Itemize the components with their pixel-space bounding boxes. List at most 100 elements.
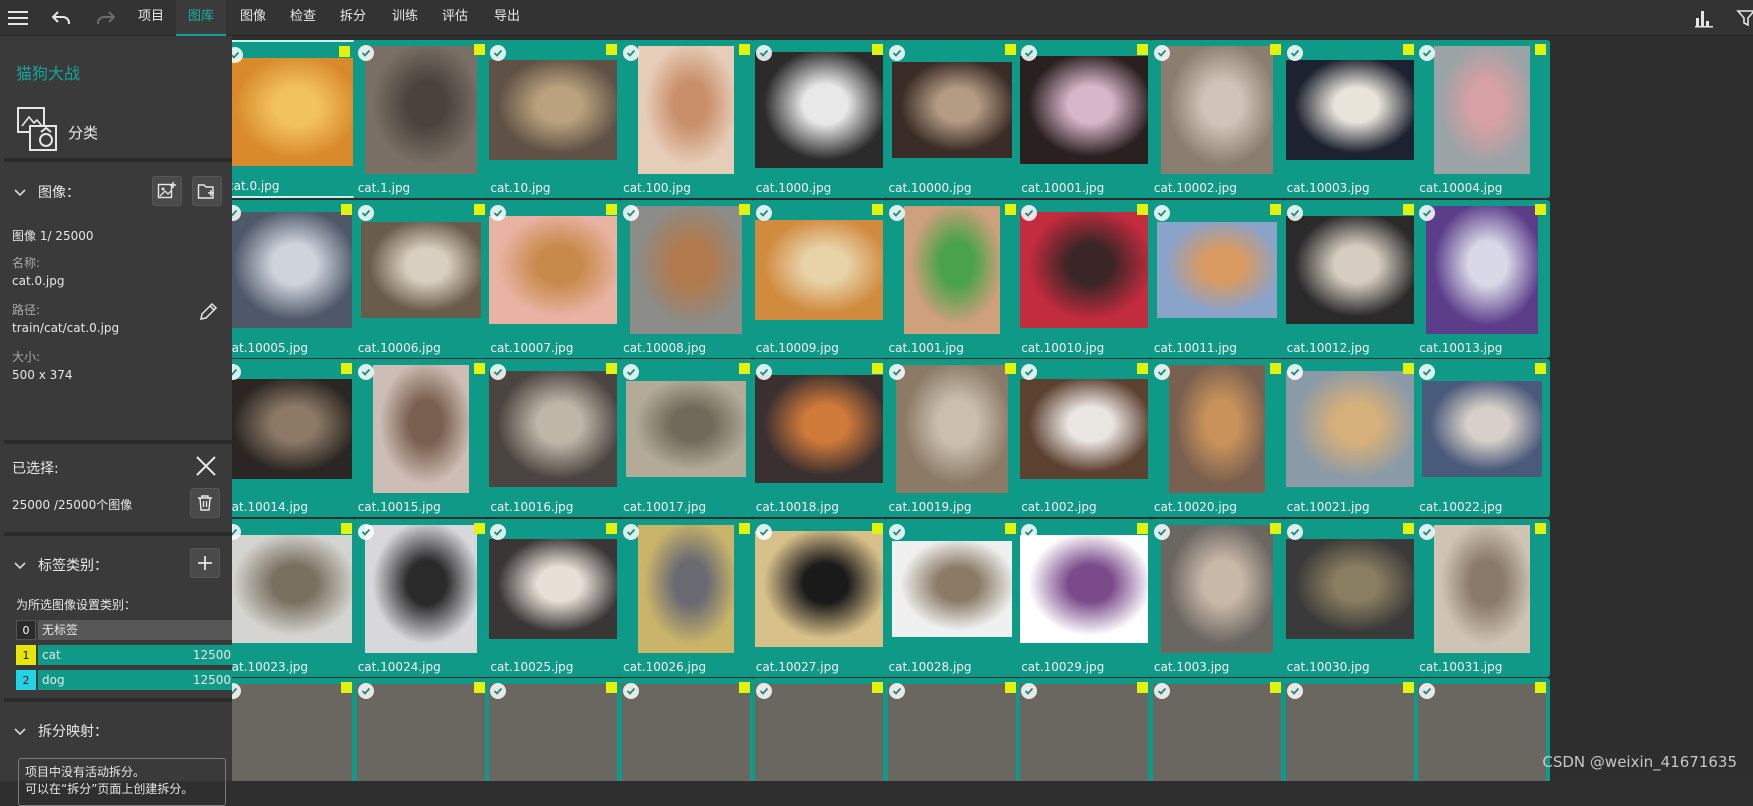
add-folder-button[interactable] [192, 176, 222, 206]
check-icon[interactable] [1419, 523, 1436, 540]
gallery-tile[interactable]: cat.10001.jpg [1016, 40, 1153, 198]
check-icon[interactable] [1021, 204, 1038, 221]
check-icon[interactable] [357, 204, 374, 221]
gallery-tile[interactable]: cat.10010.jpg [1016, 199, 1153, 358]
gallery-tile[interactable]: cat.1003.jpg [1148, 518, 1285, 677]
gallery-tile[interactable]: cat.10029.jpg [1016, 518, 1153, 677]
check-icon[interactable] [755, 45, 772, 61]
bar-chart-icon[interactable] [1692, 6, 1716, 30]
check-icon[interactable] [755, 204, 772, 221]
gallery-tile[interactable]: cat.10020.jpg [1148, 359, 1285, 517]
gallery-tile[interactable]: cat.10.jpg [485, 40, 622, 198]
gallery-tile[interactable]: cat.10000.jpg [883, 40, 1020, 198]
label-row-cat[interactable]: 1 cat 12500 [16, 645, 237, 665]
check-icon[interactable] [490, 204, 507, 221]
check-icon[interactable] [755, 523, 772, 540]
check-icon[interactable] [623, 204, 640, 221]
check-icon[interactable] [1419, 204, 1436, 221]
gallery-tile[interactable] [485, 678, 622, 781]
check-icon[interactable] [490, 523, 507, 540]
gallery-tile[interactable]: cat.0.jpg [232, 40, 356, 198]
gallery-tile[interactable]: cat.10025.jpg [485, 518, 622, 677]
check-icon[interactable] [1153, 683, 1170, 699]
gallery-tile[interactable]: cat.1001.jpg [883, 199, 1020, 358]
menu-split[interactable]: 拆分 [332, 0, 374, 36]
label-row-unlabeled[interactable]: 0 无标签 [16, 620, 237, 640]
gallery-tile[interactable]: cat.1000.jpg [750, 40, 887, 198]
menu-image[interactable]: 图像 [232, 0, 274, 36]
check-icon[interactable] [755, 683, 772, 699]
edit-path-icon[interactable] [197, 301, 219, 327]
menu-export[interactable]: 导出 [486, 0, 528, 36]
check-icon[interactable] [623, 523, 640, 540]
gallery-tile[interactable] [232, 678, 356, 781]
menu-train[interactable]: 训练 [384, 0, 426, 36]
gallery-tile[interactable]: cat.10031.jpg [1414, 518, 1551, 677]
gallery-tile[interactable]: cat.10012.jpg [1281, 199, 1418, 358]
menu-gallery[interactable]: 图库 [176, 0, 226, 36]
gallery-tile[interactable]: cat.1.jpg [352, 40, 489, 198]
menu-evaluate[interactable]: 评估 [434, 0, 476, 36]
gallery-tile[interactable]: cat.10007.jpg [485, 199, 622, 358]
hamburger-menu-icon[interactable] [6, 6, 30, 30]
check-icon[interactable] [1286, 523, 1303, 540]
menu-inspect[interactable]: 检查 [282, 0, 324, 36]
gallery-tile[interactable]: cat.10028.jpg [883, 518, 1020, 677]
check-icon[interactable] [888, 523, 905, 540]
gallery-tile[interactable]: cat.10015.jpg [352, 359, 489, 517]
gallery-tile[interactable]: cat.10003.jpg [1281, 40, 1418, 198]
gallery-tile[interactable]: cat.10008.jpg [618, 199, 755, 358]
filter-icon[interactable] [1734, 6, 1753, 30]
add-label-button[interactable] [190, 548, 220, 578]
gallery-tile[interactable]: cat.10019.jpg [883, 359, 1020, 517]
check-icon[interactable] [357, 523, 374, 540]
gallery-tile[interactable]: cat.10013.jpg [1414, 199, 1551, 358]
check-icon[interactable] [1021, 523, 1038, 540]
check-icon[interactable] [1286, 204, 1303, 221]
gallery-tile[interactable] [1414, 678, 1551, 781]
gallery-tile[interactable] [883, 678, 1020, 781]
check-icon[interactable] [623, 683, 640, 699]
gallery-tile[interactable] [618, 678, 755, 781]
gallery-tile[interactable]: cat.10026.jpg [618, 518, 755, 677]
undo-icon[interactable] [49, 6, 73, 30]
delete-button[interactable] [190, 488, 220, 518]
gallery-tile[interactable]: cat.10024.jpg [352, 518, 489, 677]
gallery-tile[interactable]: cat.10030.jpg [1281, 518, 1418, 677]
check-icon[interactable] [623, 45, 640, 61]
label-row-dog[interactable]: 2 dog 12500 [16, 670, 237, 690]
check-icon[interactable] [1153, 523, 1170, 540]
gallery-tile[interactable]: cat.10021.jpg [1281, 359, 1418, 517]
check-icon[interactable] [1286, 364, 1303, 380]
gallery-tile[interactable]: cat.10006.jpg [352, 199, 489, 358]
gallery-tile[interactable] [352, 678, 489, 781]
gallery-tile[interactable] [1016, 678, 1153, 781]
check-icon[interactable] [1153, 364, 1170, 380]
gallery-tile[interactable]: cat.10002.jpg [1148, 40, 1285, 198]
chevron-down-icon[interactable] [14, 725, 26, 740]
gallery-tile[interactable]: cat.10005.jpg [232, 199, 356, 358]
check-icon[interactable] [888, 364, 905, 380]
gallery-tile[interactable] [750, 678, 887, 781]
menu-project[interactable]: 项目 [130, 0, 172, 36]
gallery-tile[interactable]: cat.10016.jpg [485, 359, 622, 517]
chevron-down-icon[interactable] [14, 186, 26, 201]
check-icon[interactable] [623, 364, 640, 380]
gallery-tile[interactable]: cat.10004.jpg [1414, 40, 1551, 198]
check-icon[interactable] [888, 45, 905, 61]
gallery-tile[interactable]: cat.10022.jpg [1414, 359, 1551, 517]
check-icon[interactable] [755, 364, 772, 380]
gallery-tile[interactable]: cat.10011.jpg [1148, 199, 1285, 358]
chevron-down-icon[interactable] [14, 559, 26, 574]
check-icon[interactable] [1286, 45, 1303, 61]
gallery-tile[interactable]: cat.10009.jpg [750, 199, 887, 358]
gallery-tile[interactable]: cat.10017.jpg [618, 359, 755, 517]
check-icon[interactable] [1153, 45, 1170, 61]
gallery-tile[interactable] [1281, 678, 1418, 781]
check-icon[interactable] [357, 45, 374, 61]
check-icon[interactable] [888, 204, 905, 221]
check-icon[interactable] [357, 683, 374, 699]
check-icon[interactable] [1153, 204, 1170, 221]
gallery-tile[interactable]: cat.10027.jpg [750, 518, 887, 677]
gallery-tile[interactable]: cat.10018.jpg [750, 359, 887, 517]
